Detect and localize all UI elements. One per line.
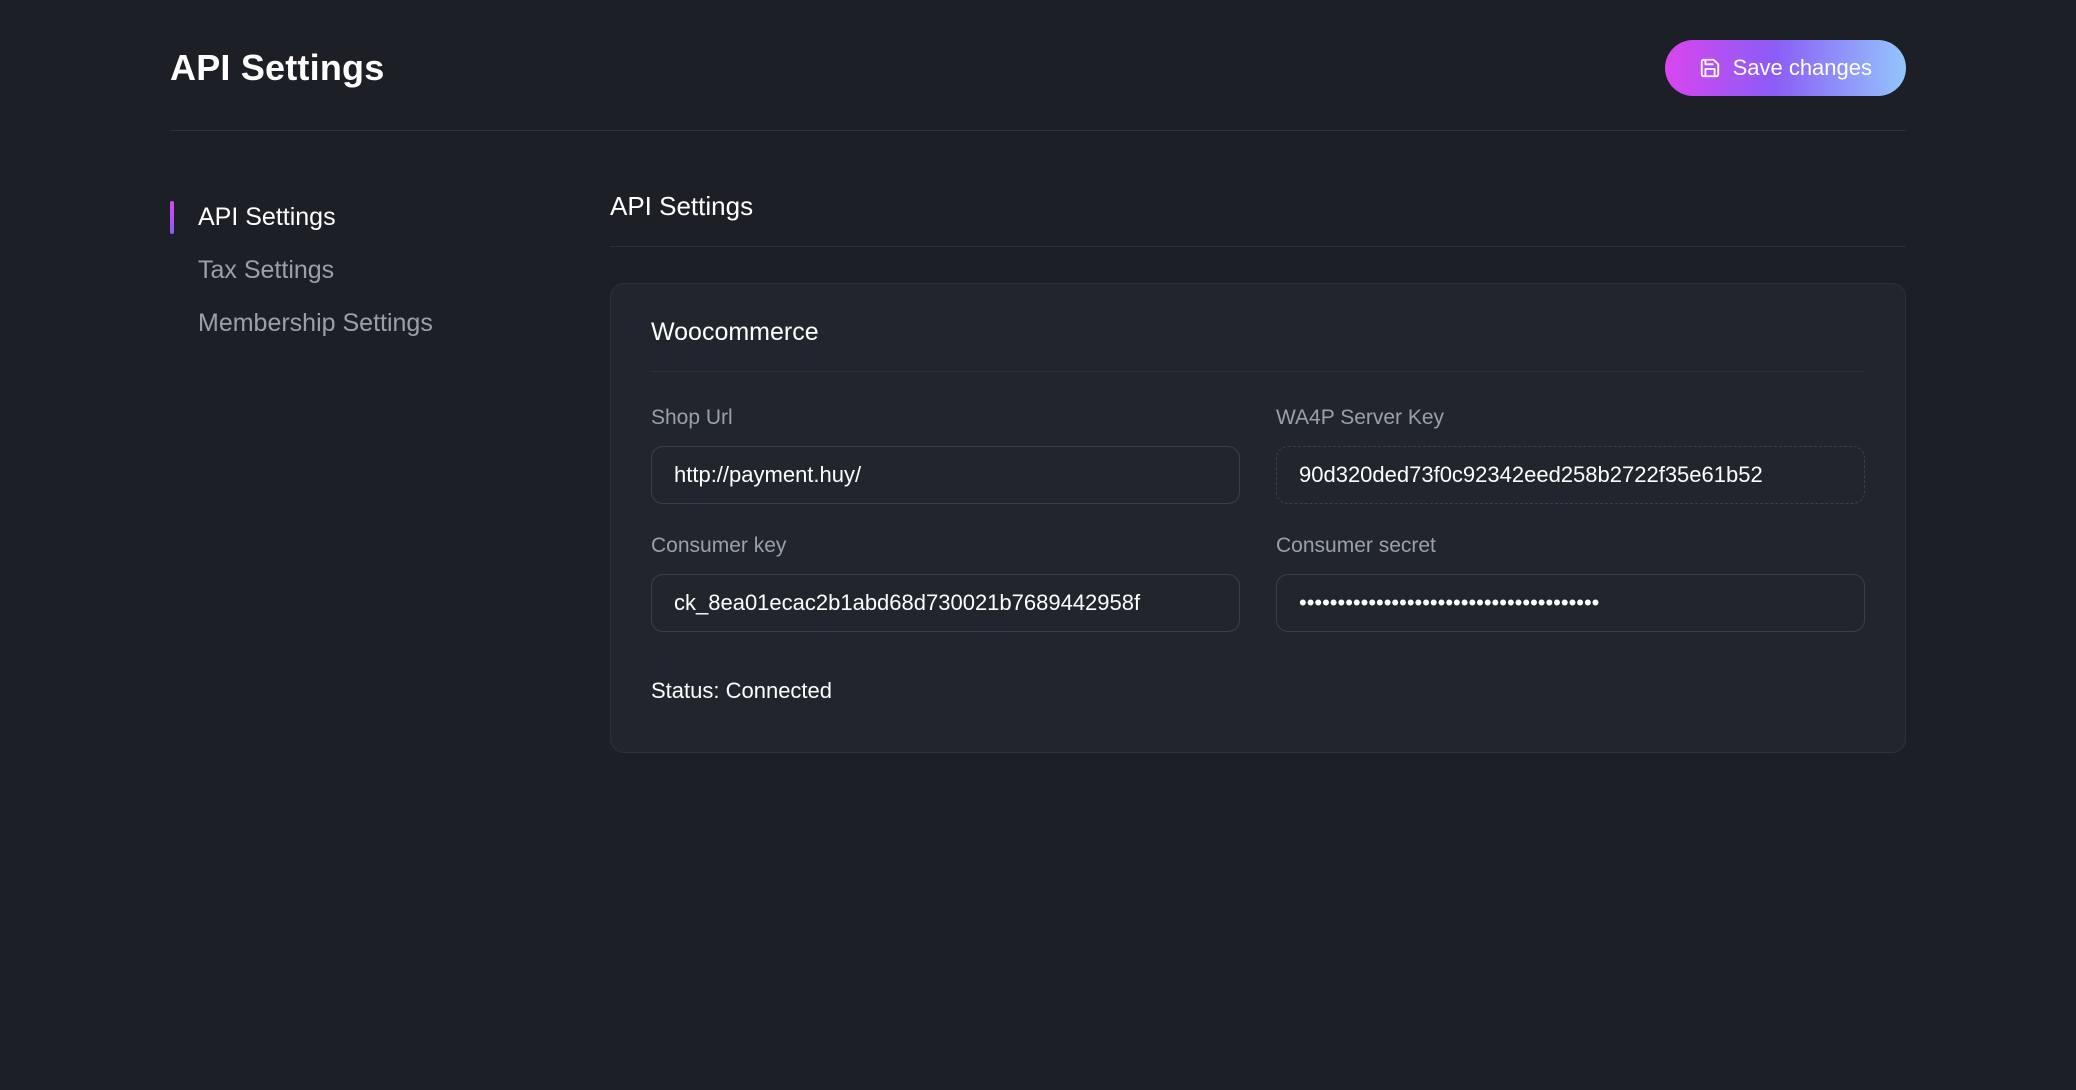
page-title: API Settings <box>170 47 384 89</box>
settings-sidebar: API Settings Tax Settings Membership Set… <box>170 191 550 753</box>
field-label: WA4P Server Key <box>1276 406 1865 430</box>
field-consumer-secret: Consumer secret <box>1276 534 1865 632</box>
sidebar-item-label: Tax Settings <box>198 256 334 284</box>
server-key-input[interactable] <box>1276 446 1865 504</box>
panel-title: Woocommerce <box>651 318 1865 372</box>
main-content: API Settings Woocommerce Shop Url WA4P S… <box>610 191 1906 753</box>
field-label: Consumer key <box>651 534 1240 558</box>
connection-status: Status: Connected <box>651 678 1865 704</box>
save-button-label: Save changes <box>1733 55 1872 81</box>
save-changes-button[interactable]: Save changes <box>1665 40 1906 96</box>
save-icon <box>1699 57 1721 79</box>
sidebar-item-api-settings[interactable]: API Settings <box>170 191 550 244</box>
field-consumer-key: Consumer key <box>651 534 1240 632</box>
consumer-key-input[interactable] <box>651 574 1240 632</box>
section-title: API Settings <box>610 191 1906 247</box>
sidebar-item-membership-settings[interactable]: Membership Settings <box>170 297 550 350</box>
page-header: API Settings Save changes <box>170 40 1906 131</box>
field-shop-url: Shop Url <box>651 406 1240 504</box>
sidebar-item-label: API Settings <box>198 203 336 231</box>
field-label: Consumer secret <box>1276 534 1865 558</box>
sidebar-item-label: Membership Settings <box>198 309 433 337</box>
field-server-key: WA4P Server Key <box>1276 406 1865 504</box>
field-label: Shop Url <box>651 406 1240 430</box>
shop-url-input[interactable] <box>651 446 1240 504</box>
consumer-secret-input[interactable] <box>1276 574 1865 632</box>
sidebar-item-tax-settings[interactable]: Tax Settings <box>170 244 550 297</box>
woocommerce-panel: Woocommerce Shop Url WA4P Server Key Con… <box>610 283 1906 753</box>
